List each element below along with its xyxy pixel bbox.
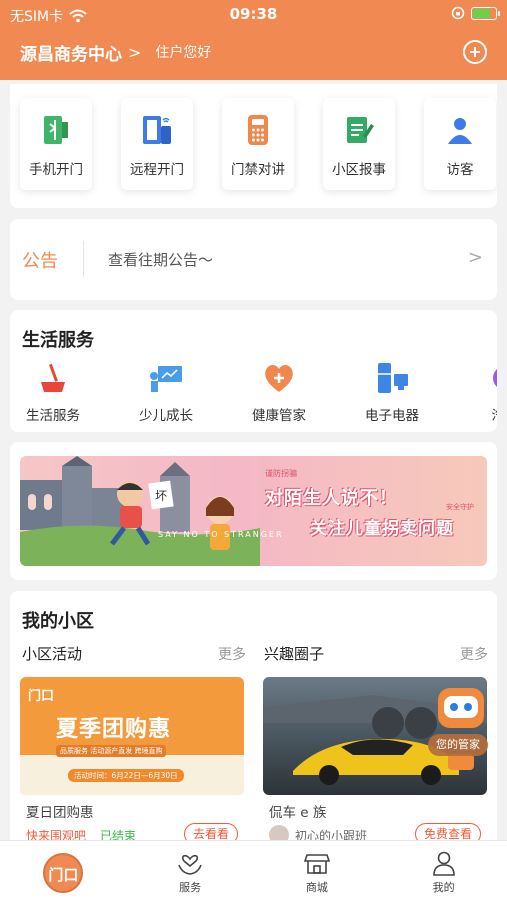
header-nav: 源昌商务中心 > 住户您好 bbox=[20, 38, 487, 66]
appliance-icon bbox=[378, 363, 408, 393]
divider bbox=[83, 241, 84, 277]
tab-home[interactable]: 门口 bbox=[0, 841, 127, 900]
phone-door-icon bbox=[44, 116, 68, 144]
status-bar: 无SIM卡 09:38 bbox=[0, 0, 507, 30]
banner-tag: 安全守护 bbox=[446, 503, 474, 511]
tab-mine[interactable]: 我的 bbox=[380, 841, 507, 900]
activity-image: 门口 夏季团购惠 品质服务 活动源产直发 跨境直购 活动时间：6月22日—6月3… bbox=[20, 677, 244, 795]
promo-date: 活动时间：6月22日—6月30日 bbox=[68, 769, 184, 782]
interests-more-link[interactable]: 更多 bbox=[460, 644, 488, 664]
section-title: 生活服务 bbox=[22, 330, 94, 351]
activities-title: 小区活动 bbox=[22, 645, 83, 663]
section-title: 我的小区 bbox=[22, 611, 94, 632]
health-heart-icon bbox=[265, 365, 293, 392]
life-item-service[interactable]: 生活服务 bbox=[12, 360, 94, 424]
life-item-kids[interactable]: 少儿成长 bbox=[125, 360, 207, 424]
quick-actions-card: 手机开门 远程开门 门禁对讲 小区报事 访客 bbox=[10, 84, 497, 208]
notice-card[interactable]: 公告 查看往期公告～ > bbox=[10, 219, 497, 300]
promo-tags: 品质服务 活动源产直发 跨境直购 bbox=[56, 745, 167, 757]
user-icon bbox=[432, 851, 455, 876]
cleaning-icon bbox=[41, 363, 65, 392]
chevron-right-icon: > bbox=[467, 247, 483, 268]
chevron-right-icon[interactable]: > bbox=[128, 43, 141, 62]
store-icon bbox=[303, 854, 330, 874]
car-service-icon bbox=[493, 369, 497, 387]
tab-services[interactable]: 服务 bbox=[127, 841, 254, 900]
svg-text:坏: 坏 bbox=[155, 489, 167, 503]
tab-mall[interactable]: 商城 bbox=[254, 841, 381, 900]
life-item-car[interactable]: 汽车 bbox=[464, 360, 497, 424]
activity-name: 夏日团购惠 bbox=[26, 805, 94, 821]
greeting-text: 住户您好 bbox=[155, 45, 212, 61]
safety-banner[interactable]: 坏 谨防拐骗 对陌生人说不！ 安全守护 关注儿童拐卖问题 SAY NO TO S… bbox=[20, 456, 487, 566]
intercom-icon bbox=[248, 115, 268, 145]
status-time: 09:38 bbox=[229, 5, 278, 23]
banner-caption: 谨防拐骗 bbox=[265, 469, 297, 478]
life-item-appliance[interactable]: 电子电器 bbox=[351, 360, 433, 424]
teaching-icon bbox=[150, 366, 182, 392]
add-button[interactable] bbox=[463, 40, 487, 64]
battery-icon bbox=[471, 6, 500, 20]
notice-title: 公告 bbox=[22, 251, 58, 272]
promo-title: 夏季团购惠 bbox=[56, 717, 172, 742]
report-icon bbox=[347, 117, 374, 143]
notice-text: 查看往期公告～ bbox=[108, 251, 214, 269]
banner-subheadline: 关注儿童拐卖问题 bbox=[310, 519, 454, 539]
robot-icon bbox=[438, 688, 484, 770]
quick-item-report[interactable]: 小区报事 bbox=[323, 98, 395, 190]
butler-float-button[interactable]: 您的管家 bbox=[428, 680, 494, 772]
orientation-lock-icon bbox=[451, 6, 465, 20]
banner-slogan: SAY NO TO STRANGER bbox=[158, 530, 284, 539]
app-header: 无SIM卡 09:38 源昌商务中心 > 住户您好 bbox=[0, 0, 507, 80]
life-item-health[interactable]: 健康管家 bbox=[238, 360, 320, 424]
quick-item-remote-door[interactable]: 远程开门 bbox=[121, 98, 193, 190]
home-logo-icon: 门口 bbox=[43, 853, 84, 893]
activity-tile[interactable]: 门口 夏季团购惠 品质服务 活动源产直发 跨境直购 活动时间：6月22日—6月3… bbox=[20, 677, 244, 847]
visitor-icon bbox=[448, 118, 472, 144]
quick-item-intercom[interactable]: 门禁对讲 bbox=[222, 98, 294, 190]
banner-headline: 对陌生人说不！ bbox=[265, 488, 398, 509]
banner-card: 坏 谨防拐骗 对陌生人说不！ 安全守护 关注儿童拐卖问题 SAY NO TO S… bbox=[10, 442, 497, 580]
bottom-tab-bar: 门口 服务 商城 我的 bbox=[0, 840, 507, 900]
promo-logo: 门口 bbox=[28, 689, 55, 704]
quick-item-phone-door[interactable]: 手机开门 bbox=[20, 98, 92, 190]
service-hands-icon bbox=[178, 854, 202, 875]
activities-more-link[interactable]: 更多 bbox=[218, 644, 246, 664]
banner-illustration: 坏 bbox=[20, 456, 260, 566]
interest-name: 侃车 e 族 bbox=[269, 805, 327, 821]
quick-item-visitor[interactable]: 访客 bbox=[424, 98, 496, 190]
remote-door-icon bbox=[143, 116, 171, 144]
community-name[interactable]: 源昌商务中心 bbox=[20, 40, 122, 65]
life-services-card: 生活服务 生活服务 少儿成长 健康管家 电子电器 bbox=[10, 310, 497, 432]
interests-title: 兴趣圈子 bbox=[264, 645, 325, 663]
my-community-card: 我的小区 小区活动 更多 兴趣圈子 更多 门口 夏季团购惠 品质服务 活动源产直… bbox=[10, 591, 497, 851]
butler-label: 您的管家 bbox=[428, 734, 488, 756]
